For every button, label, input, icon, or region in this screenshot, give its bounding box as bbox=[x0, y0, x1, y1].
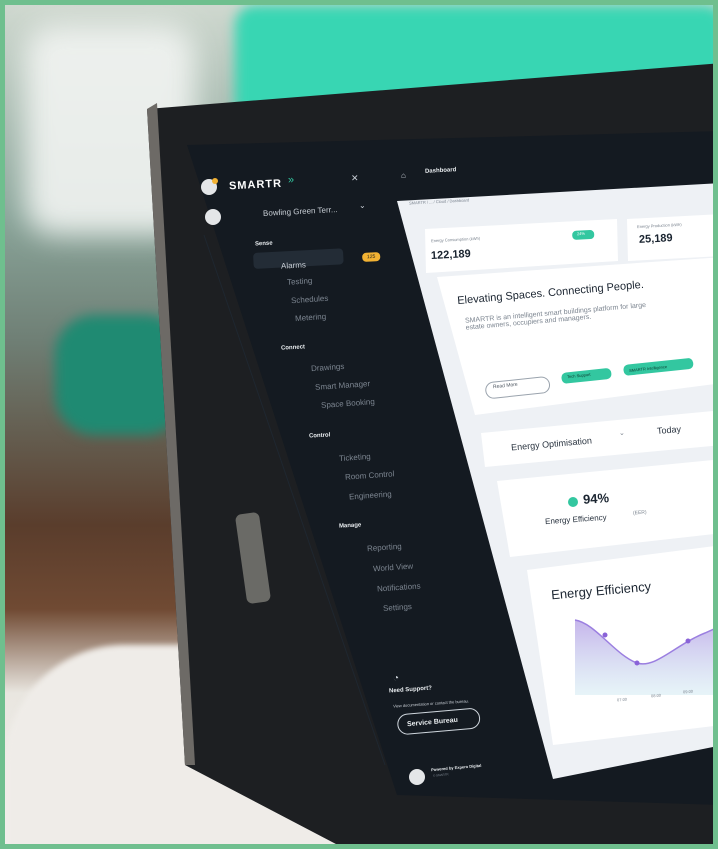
brand-chevron-icon: » bbox=[287, 173, 295, 187]
chart-tick: 07:00 bbox=[616, 696, 628, 703]
chart-tick: 08:00 bbox=[650, 692, 662, 699]
chart-point bbox=[602, 632, 608, 638]
avatar-secondary[interactable] bbox=[205, 209, 221, 225]
chart-point bbox=[685, 638, 691, 644]
sidebar-item-testing[interactable]: Testing bbox=[287, 276, 313, 287]
section-manage[interactable]: Manage bbox=[339, 522, 362, 529]
efficiency-unit: (EER) bbox=[632, 509, 647, 517]
section-control[interactable]: Control bbox=[309, 432, 331, 439]
partner-logo-icon bbox=[409, 769, 425, 785]
section-connect[interactable]: Connect bbox=[281, 344, 305, 351]
home-icon[interactable]: ⌂ bbox=[401, 171, 406, 180]
period-select[interactable]: Today bbox=[657, 424, 682, 436]
efficiency-dot bbox=[568, 497, 578, 507]
metric-value-consumption: 122,189 bbox=[430, 247, 472, 263]
chart-tick: 09:00 bbox=[682, 688, 694, 695]
metric-badge-text: 24% bbox=[576, 230, 586, 237]
efficiency-value: 94% bbox=[582, 490, 610, 507]
close-icon[interactable]: ✕ bbox=[351, 173, 359, 184]
photo-frame: SMARTR » ✕ ⌂ Dashboard SMARTR / ... / Cl… bbox=[0, 0, 718, 849]
metric-value-production: 25,189 bbox=[638, 232, 673, 246]
help-icon: ◔ bbox=[393, 673, 400, 684]
chevron-down-icon[interactable]: ⌄ bbox=[619, 429, 625, 437]
chevron-down-icon[interactable]: ⌄ bbox=[359, 201, 366, 210]
sidebar-item-alarms[interactable]: Alarms bbox=[281, 260, 306, 270]
avatar-badge bbox=[212, 178, 218, 184]
chart-point bbox=[634, 660, 640, 666]
laptop bbox=[147, 63, 713, 844]
section-sense[interactable]: Sense bbox=[255, 241, 273, 248]
alarm-badge: 125 bbox=[366, 253, 376, 261]
